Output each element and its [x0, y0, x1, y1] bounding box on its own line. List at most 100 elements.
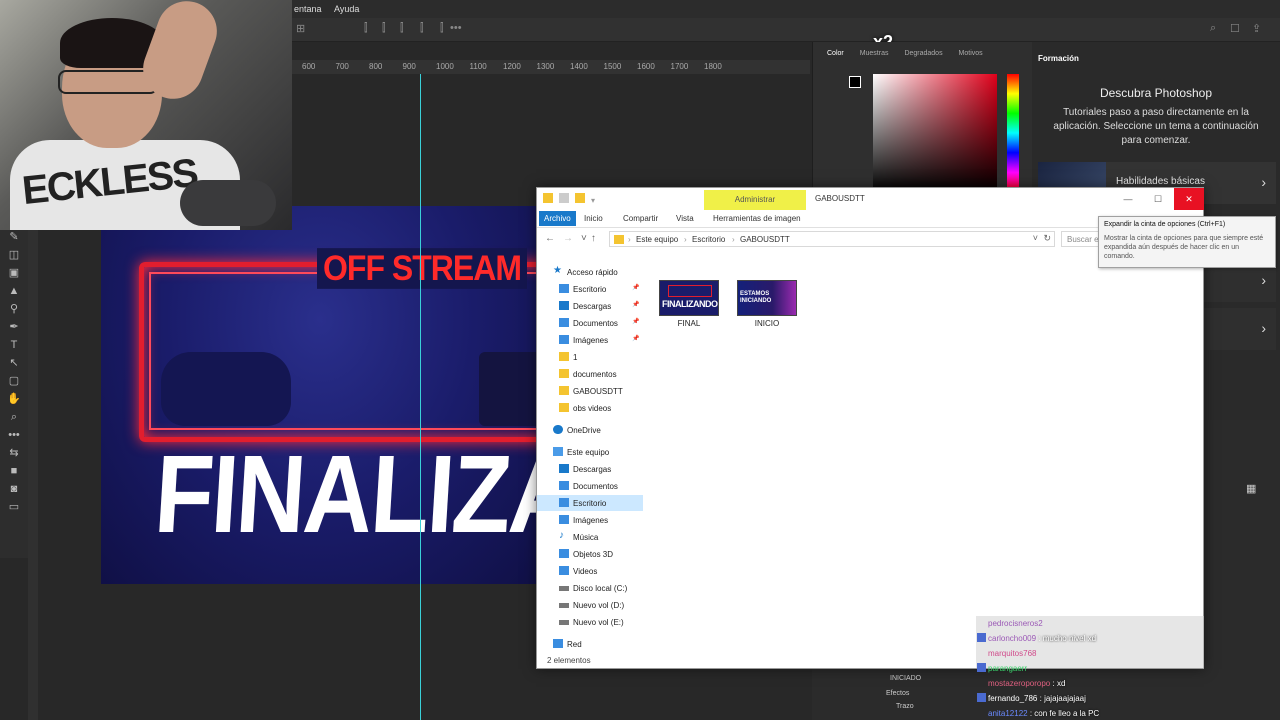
nav-item[interactable]: ★ Acceso rápido — [537, 264, 643, 280]
ribbon-context-admin[interactable]: Administrar — [704, 190, 806, 210]
forward-arrow-icon[interactable]: → — [563, 233, 573, 244]
layer-effects[interactable]: Efectos — [886, 690, 909, 697]
customize-icon[interactable]: ▾ — [591, 196, 595, 206]
user-badge-icon — [977, 708, 986, 717]
screen-mode-icon[interactable]: ▭ — [0, 498, 28, 516]
type-tool-icon[interactable]: T — [0, 336, 28, 354]
folder-icon — [559, 352, 569, 361]
more-tools-icon[interactable]: ••• — [0, 426, 28, 444]
quick-mask-icon[interactable]: ◙ — [0, 480, 28, 498]
dodge-tool-icon[interactable]: ⚲ — [0, 300, 28, 318]
nav-item[interactable]: Escritorio 📌 — [537, 281, 643, 297]
layer-stroke[interactable]: Trazo — [896, 703, 914, 710]
tab-vista[interactable]: Vista — [676, 214, 694, 223]
breadcrumb-desktop[interactable]: Escritorio — [692, 235, 725, 244]
nav-item[interactable]: documentos — [537, 366, 643, 382]
nav-item[interactable]: Escritorio — [537, 495, 643, 511]
tab-color[interactable]: Color — [827, 50, 844, 57]
brush-tool-icon[interactable]: ✎ — [0, 228, 28, 246]
zoom-tool-icon[interactable]: ⌕ — [0, 408, 28, 426]
nav-item[interactable]: Videos — [537, 563, 643, 579]
new-folder-icon[interactable] — [575, 193, 585, 203]
photoshop-options-bar: ⊞ ⫿ ⫿ ⫿ ⫿ ⫿ ••• x2 ⌕ ☐ ⇪ — [290, 18, 1280, 52]
chat-message: mostazeroporopo : xd — [976, 676, 1204, 691]
recent-dropdown-icon[interactable]: ˅ — [581, 233, 587, 244]
file-item-final[interactable]: FINALIZANDO FINAL — [653, 280, 725, 328]
address-bar[interactable]: › Este equipo › Escritorio › GABOUSDTT ˅… — [609, 231, 1055, 247]
gradient-tool-icon[interactable]: ▣ — [0, 264, 28, 282]
nav-item[interactable]: Red — [537, 636, 643, 652]
nav-item[interactable]: GABOUSDTT — [537, 383, 643, 399]
more-icon[interactable]: ••• — [450, 22, 462, 34]
quick-access-toolbar: ▾ — [543, 193, 601, 206]
nav-item-label: documentos — [573, 370, 617, 379]
path-select-icon[interactable]: ↖ — [0, 354, 28, 372]
nav-item[interactable]: Documentos — [537, 478, 643, 494]
eraser-tool-icon[interactable]: ◫ — [0, 246, 28, 264]
foreground-color-icon[interactable]: ■ — [0, 462, 28, 480]
nav-item[interactable]: 1 — [537, 349, 643, 365]
chat-message: fernando_786 : jajajaajajaaj — [976, 691, 1204, 706]
align-left-icon[interactable]: ⫿ — [364, 22, 368, 35]
swap-colors-icon[interactable]: ⇆ — [0, 444, 28, 462]
layer-iniciado[interactable]: INICIADO — [890, 675, 921, 682]
nav-item[interactable]: OneDrive — [537, 422, 643, 438]
minimize-button[interactable]: — — [1113, 188, 1143, 210]
up-arrow-icon[interactable]: ↑ — [591, 233, 596, 244]
nav-item[interactable]: Disco local (C:) — [537, 580, 643, 596]
distribute-v-icon[interactable]: ⫿ — [440, 22, 444, 35]
nav-item[interactable]: Documentos 📌 — [537, 315, 643, 331]
tab-gradients[interactable]: Degradados — [904, 50, 942, 57]
align-right-icon[interactable]: ⫿ — [400, 22, 404, 35]
foreground-swatch[interactable] — [849, 76, 861, 88]
file-item-inicio[interactable]: ESTAMOS INICIANDO INICIO — [731, 280, 803, 328]
distribute-icon[interactable]: ⫿ — [420, 22, 424, 35]
breadcrumb-this-pc[interactable]: Este equipo — [636, 235, 678, 244]
folder-icon[interactable] — [543, 193, 553, 203]
nav-item[interactable]: Nuevo vol (E:) — [537, 614, 643, 630]
hand-tool-icon[interactable]: ✋ — [0, 390, 28, 408]
color-picker-field[interactable] — [873, 74, 997, 192]
chevron-down-icon[interactable]: ˅ — [1033, 233, 1038, 243]
nav-item[interactable]: Objetos 3D — [537, 546, 643, 562]
workspace-icon[interactable]: ☐ — [1230, 22, 1240, 35]
explorer-titlebar[interactable]: ▾ Administrar GABOUSDTT — ☐ ✕ — [537, 188, 1204, 210]
tab-patterns[interactable]: Motivos — [959, 50, 983, 57]
guide-line[interactable] — [420, 74, 421, 720]
thumbnail-frame — [668, 285, 712, 297]
tab-herramientas-imagen[interactable]: Herramientas de imagen — [713, 214, 801, 223]
download-icon — [559, 464, 569, 473]
menu-item-window[interactable]: entana — [294, 0, 322, 18]
menu-item-help[interactable]: Ayuda — [334, 0, 359, 18]
pen-tool-icon[interactable]: ✒ — [0, 318, 28, 336]
back-arrow-icon[interactable]: ← — [545, 233, 555, 244]
tab-compartir[interactable]: Compartir — [623, 214, 658, 223]
tab-archivo[interactable]: Archivo — [539, 211, 576, 226]
shape-tool-icon[interactable]: ▢ — [0, 372, 28, 390]
close-button[interactable]: ✕ — [1174, 188, 1204, 210]
hue-slider[interactable] — [1007, 74, 1019, 192]
breadcrumb-folder[interactable]: GABOUSDTT — [740, 235, 790, 244]
nav-item[interactable]: Descargas 📌 — [537, 298, 643, 314]
maximize-button[interactable]: ☐ — [1143, 188, 1173, 210]
nav-item[interactable]: ♪ Música — [537, 529, 643, 545]
nav-item[interactable]: Este equipo — [537, 444, 643, 460]
nav-item[interactable]: Imágenes 📌 — [537, 332, 643, 348]
nav-item[interactable]: Imágenes — [537, 512, 643, 528]
nav-item[interactable]: Descargas — [537, 461, 643, 477]
tab-inicio[interactable]: Inicio — [584, 214, 603, 223]
align-icon[interactable]: ⊞ — [296, 22, 305, 35]
grid-view-icon[interactable]: ▦ — [1246, 482, 1256, 495]
search-icon[interactable]: ⌕ — [1210, 22, 1216, 35]
nav-item-label: Disco local (C:) — [573, 584, 628, 593]
user-badge-icon — [977, 618, 986, 627]
align-center-icon[interactable]: ⫿ — [382, 22, 386, 35]
nav-item[interactable]: obs videos — [537, 400, 643, 416]
learn-tab[interactable]: Formación — [1038, 54, 1079, 63]
blur-tool-icon[interactable]: ▲ — [0, 282, 28, 300]
properties-icon[interactable] — [559, 193, 569, 203]
share-icon[interactable]: ⇪ — [1252, 22, 1261, 35]
tab-swatches[interactable]: Muestras — [860, 50, 889, 57]
nav-item[interactable]: Nuevo vol (D:) — [537, 597, 643, 613]
refresh-icon[interactable]: ↻ — [1043, 233, 1051, 244]
